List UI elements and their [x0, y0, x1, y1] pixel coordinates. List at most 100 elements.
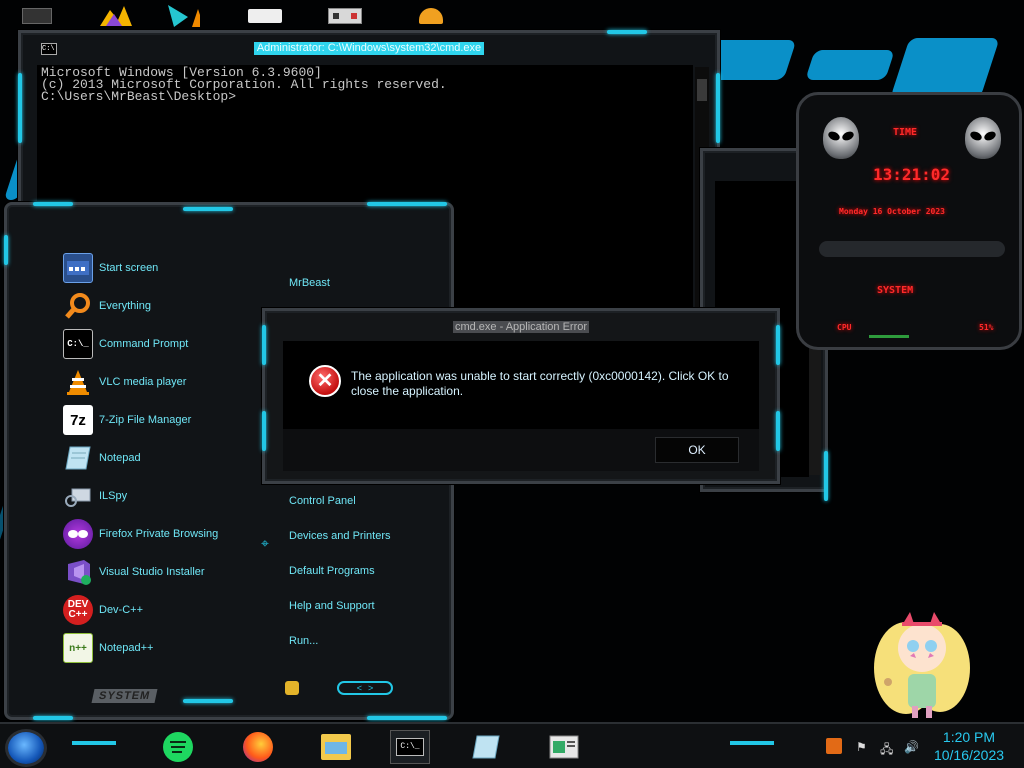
nav-next-arrow-icon[interactable]: > — [368, 683, 373, 693]
nav-prev-arrow-icon[interactable]: < — [357, 683, 362, 693]
cmd-titlebar[interactable]: C:\ Administrator: C:\Windows\system32\c… — [21, 33, 717, 63]
start-item-label: Notepad — [99, 452, 141, 464]
visual-studio-icon — [63, 557, 93, 587]
devcpp-icon: DEV C++ — [63, 595, 93, 625]
ok-button[interactable]: OK — [655, 437, 739, 463]
7zip-icon: 7z — [63, 405, 93, 435]
dialog-title: cmd.exe - Application Error — [452, 321, 590, 333]
dialog-body: ✕ The application was unable to start co… — [283, 341, 759, 429]
taskbar-spotify[interactable] — [158, 730, 198, 764]
gadget-cpu-label: CPU — [837, 323, 852, 332]
cmd-icon: C:\_ — [396, 738, 424, 756]
error-dialog[interactable]: cmd.exe - Application Error ✕ The applic… — [262, 308, 780, 484]
search-magnifier-icon — [63, 291, 93, 321]
volume-icon[interactable]: 🔊 — [904, 740, 919, 754]
start-link-help-support[interactable]: Help and Support — [289, 600, 375, 612]
ilspy-icon — [63, 481, 93, 511]
start-item-everything[interactable]: Everything — [53, 287, 271, 325]
start-item-notepad[interactable]: Notepad — [53, 439, 271, 477]
alien-head-icon — [823, 117, 859, 159]
cmd-icon: C:\_ — [63, 329, 93, 359]
start-item-start-screen[interactable]: Start screen — [53, 249, 271, 287]
window-app-icon — [549, 735, 579, 759]
taskbar-cmd[interactable]: C:\_ — [390, 730, 430, 764]
taskbar-accent — [730, 741, 774, 745]
system-label: SYSTEM — [91, 689, 158, 703]
cmd-window-title: Administrator: C:\Windows\system32\cmd.e… — [253, 41, 485, 55]
wallpaper-streak — [890, 38, 1000, 98]
taskbar-clock[interactable]: 1:20 PM 10/16/2023 — [924, 728, 1014, 764]
gadget-date: Monday 16 October 2023 — [839, 207, 945, 216]
vlc-cone-icon — [63, 367, 93, 397]
start-item-label: Command Prompt — [99, 338, 189, 350]
gadget-system-label: SYSTEM — [877, 285, 914, 296]
cpu-meter — [869, 335, 909, 338]
power-options-icon[interactable] — [285, 681, 299, 695]
start-item-label: Everything — [99, 300, 151, 312]
firefox-icon — [243, 732, 273, 762]
spotify-icon — [163, 732, 193, 762]
clock-system-gadget[interactable]: TIME 13:21:02 Monday 16 October 2023 SYS… — [796, 92, 1022, 350]
network-icon[interactable]: 🖧 — [880, 740, 893, 761]
start-item-label: Notepad++ — [99, 642, 154, 654]
error-x-icon: ✕ — [309, 365, 341, 397]
gadget-time: 13:21:02 — [873, 165, 951, 184]
crosshair-icon: ⌖ — [261, 535, 269, 551]
taskbar-firefox[interactable] — [238, 730, 278, 764]
dialog-titlebar[interactable]: cmd.exe - Application Error — [265, 317, 777, 335]
start-link-user-folder[interactable]: MrBeast — [289, 277, 330, 289]
taskbar-program-manager[interactable] — [544, 730, 584, 764]
tray-app-icon[interactable] — [826, 738, 842, 754]
desktop-character-image — [866, 598, 976, 722]
notepad-icon — [472, 735, 500, 759]
start-item-notepadpp[interactable]: n++ Notepad++ — [53, 629, 271, 667]
start-item-label: ILSpy — [99, 490, 128, 502]
scrollbar-thumb[interactable] — [697, 79, 707, 101]
clock-date: 10/16/2023 — [933, 747, 1005, 763]
taskbar-notepad[interactable] — [466, 730, 506, 764]
start-item-vlc[interactable]: VLC media player — [53, 363, 271, 401]
start-item-label: Visual Studio Installer — [99, 566, 205, 578]
desktop-shortcut-icon[interactable] — [328, 4, 362, 28]
start-item-visual-studio-installer[interactable]: Visual Studio Installer — [53, 553, 271, 591]
taskbar: C:\_ ⚑ 🖧 🔊 1:20 PM 10/16/2023 — [0, 722, 1024, 768]
gadget-time-label: TIME — [893, 127, 918, 138]
start-item-label: Start screen — [99, 262, 159, 274]
folder-icon — [321, 734, 351, 760]
start-link-default-programs[interactable]: Default Programs — [289, 565, 375, 577]
notepad-icon — [63, 443, 93, 473]
start-link-devices-printers[interactable]: Devices and Printers — [289, 530, 391, 542]
desktop-shortcut-icon[interactable] — [414, 4, 448, 28]
desktop-shortcut-icon[interactable] — [248, 4, 282, 28]
start-link-run[interactable]: Run... — [289, 635, 318, 647]
console-prompt: C:\Users\MrBeast\Desktop> — [41, 89, 237, 104]
start-item-firefox-private[interactable]: Firefox Private Browsing — [53, 515, 271, 553]
notepadpp-icon: n++ — [63, 633, 93, 663]
start-button[interactable] — [8, 732, 44, 764]
cmd-icon[interactable]: C:\ — [41, 43, 57, 55]
firefox-private-icon — [63, 519, 93, 549]
start-menu-program-list: Start screen Everything C:\_ Command Pro… — [53, 249, 271, 683]
taskbar-accent — [72, 741, 116, 745]
gadget-divider — [819, 241, 1005, 257]
start-screen-icon — [63, 253, 93, 283]
desktop-shortcut-icon[interactable] — [98, 4, 132, 28]
start-item-ilspy[interactable]: ILSpy — [53, 477, 271, 515]
taskbar-file-explorer[interactable] — [316, 730, 356, 764]
action-center-flag-icon[interactable]: ⚑ — [856, 740, 867, 754]
clock-time: 1:20 PM — [942, 729, 996, 745]
start-item-label: Dev-C++ — [99, 604, 144, 616]
start-item-label: 7-Zip File Manager — [99, 414, 192, 426]
dialog-footer: OK — [283, 429, 759, 471]
desktop-shortcut-icon[interactable] — [166, 4, 200, 28]
start-item-label: VLC media player — [99, 376, 187, 388]
start-item-devcpp[interactable]: DEV C++ Dev-C++ — [53, 591, 271, 629]
start-item-7zip[interactable]: 7z 7-Zip File Manager — [53, 401, 271, 439]
error-message: The application was unable to start corr… — [351, 369, 729, 398]
start-link-control-panel[interactable]: Control Panel — [289, 495, 356, 507]
start-menu-nav[interactable]: < > — [337, 681, 393, 695]
start-item-label: Firefox Private Browsing — [99, 528, 219, 540]
start-item-command-prompt[interactable]: C:\_ Command Prompt — [53, 325, 271, 363]
desktop-shortcut-icon[interactable] — [20, 4, 54, 28]
alien-head-icon — [965, 117, 1001, 159]
